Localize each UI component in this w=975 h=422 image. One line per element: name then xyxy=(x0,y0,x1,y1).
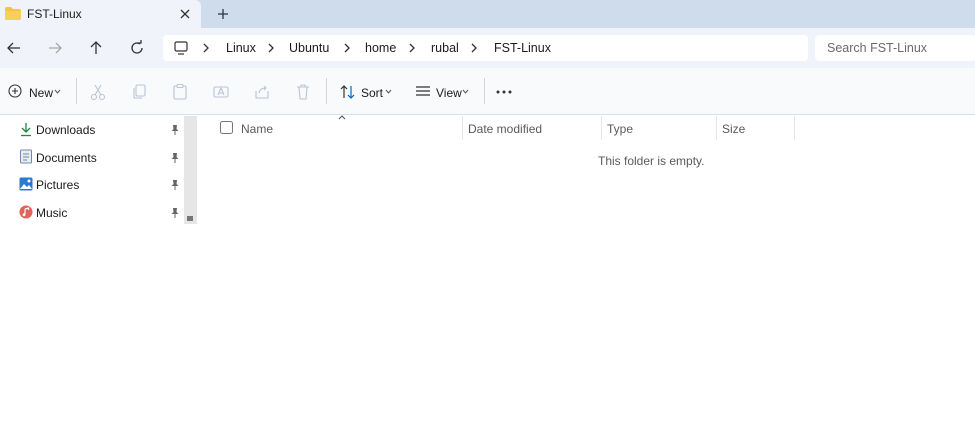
column-header-date-modified[interactable]: Date modified xyxy=(468,122,542,136)
sort-icon[interactable] xyxy=(340,84,356,100)
separator xyxy=(76,78,77,104)
tab-title: FST-Linux xyxy=(27,7,82,21)
close-tab-icon[interactable] xyxy=(178,7,192,21)
breadcrumb-ubuntu[interactable]: Ubuntu xyxy=(289,41,329,55)
view-icon[interactable] xyxy=(415,85,431,99)
column-divider[interactable] xyxy=(462,116,463,140)
column-header-name[interactable]: Name xyxy=(241,122,273,136)
sidebar-scrollbar-thumb[interactable] xyxy=(187,216,193,221)
refresh-icon[interactable] xyxy=(127,38,147,58)
separator xyxy=(484,78,485,104)
separator xyxy=(326,78,327,104)
chevron-down-icon[interactable] xyxy=(462,89,469,94)
copy-icon[interactable] xyxy=(130,83,148,101)
chevron-right-icon[interactable] xyxy=(201,43,211,53)
sidebar-item-downloads[interactable]: Downloads xyxy=(36,123,95,137)
download-icon xyxy=(19,122,33,137)
chevron-right-icon[interactable] xyxy=(469,43,479,53)
pin-icon[interactable] xyxy=(169,124,181,136)
folder-icon xyxy=(5,7,21,20)
sidebar-item-documents[interactable]: Documents xyxy=(36,151,97,165)
breadcrumb-fst-linux[interactable]: FST-Linux xyxy=(494,41,551,55)
breadcrumb-rubal[interactable]: rubal xyxy=(431,41,459,55)
pictures-icon xyxy=(19,177,33,191)
sidebar-item-pictures[interactable]: Pictures xyxy=(36,178,79,192)
chevron-right-icon[interactable] xyxy=(407,43,417,53)
sort-caret-icon xyxy=(338,115,346,120)
column-header-type[interactable]: Type xyxy=(607,122,633,136)
new-tab-icon[interactable] xyxy=(216,7,230,21)
empty-folder-message: This folder is empty. xyxy=(598,154,705,168)
more-options-icon[interactable] xyxy=(496,90,512,94)
column-divider[interactable] xyxy=(601,116,602,140)
sidebar-item-music[interactable]: Music xyxy=(36,206,67,220)
up-arrow-icon[interactable] xyxy=(86,38,106,58)
pin-icon[interactable] xyxy=(169,152,181,164)
address-bar[interactable] xyxy=(163,35,808,61)
cut-icon[interactable] xyxy=(89,83,107,101)
sort-button[interactable]: Sort xyxy=(361,86,383,100)
rename-icon[interactable] xyxy=(212,83,230,101)
pin-icon[interactable] xyxy=(169,179,181,191)
column-divider[interactable] xyxy=(794,116,795,140)
sidebar-scrollbar[interactable] xyxy=(184,116,197,224)
chevron-down-icon[interactable] xyxy=(54,89,61,94)
new-plus-icon[interactable] xyxy=(8,84,22,98)
chevron-right-icon[interactable] xyxy=(342,43,352,53)
music-icon xyxy=(19,205,33,219)
pin-icon[interactable] xyxy=(169,207,181,219)
breadcrumb-linux[interactable]: Linux xyxy=(226,41,256,55)
chevron-down-icon[interactable] xyxy=(385,89,392,94)
documents-icon xyxy=(19,149,33,164)
forward-arrow-icon[interactable] xyxy=(45,38,65,58)
select-all-checkbox[interactable] xyxy=(220,121,233,134)
view-button[interactable]: View xyxy=(436,86,462,100)
paste-icon[interactable] xyxy=(171,83,189,101)
breadcrumb-home[interactable]: home xyxy=(365,41,396,55)
delete-icon[interactable] xyxy=(294,83,312,101)
column-divider[interactable] xyxy=(716,116,717,140)
chevron-right-icon[interactable] xyxy=(266,43,276,53)
column-header-size[interactable]: Size xyxy=(722,122,745,136)
new-button[interactable]: New xyxy=(29,86,53,100)
share-icon[interactable] xyxy=(253,83,271,101)
search-input[interactable]: Search FST-Linux xyxy=(827,41,927,55)
back-arrow-icon[interactable] xyxy=(4,38,24,58)
this-pc-icon[interactable] xyxy=(173,40,189,56)
